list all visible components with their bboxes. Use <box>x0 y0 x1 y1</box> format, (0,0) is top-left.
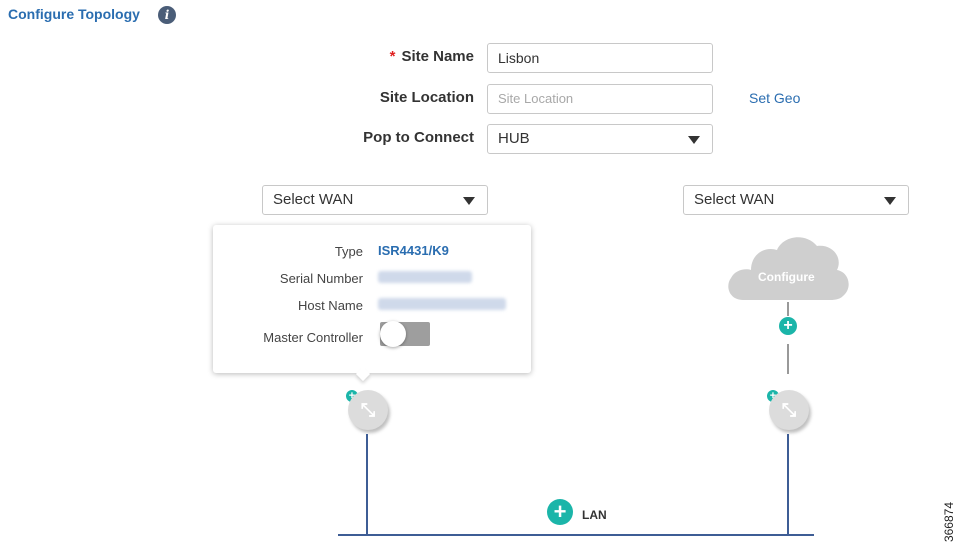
host-name-value-redacted <box>378 298 506 310</box>
caret-down-icon <box>884 197 896 205</box>
add-icon[interactable]: + <box>779 317 797 335</box>
cloud-connector <box>787 344 789 374</box>
lan-label: LAN <box>582 508 607 522</box>
router-icon[interactable]: ⤡ <box>348 390 388 430</box>
toggle-knob <box>380 321 406 347</box>
add-lan-icon[interactable]: + <box>547 499 573 525</box>
host-name-label: Host Name <box>297 298 363 313</box>
wan-select-left-value: Select WAN <box>273 191 354 208</box>
pop-to-connect-label: Pop to Connect <box>363 129 474 146</box>
router-icon[interactable]: ⤡ <box>769 390 809 430</box>
cloud-icon[interactable] <box>725 228 853 302</box>
serial-number-label: Serial Number <box>279 271 363 286</box>
master-controller-toggle[interactable] <box>380 321 430 347</box>
type-value: ISR4431/K9 <box>378 243 449 258</box>
site-name-input[interactable]: Lisbon <box>487 43 713 73</box>
caret-down-icon <box>463 197 475 205</box>
info-icon[interactable]: i <box>158 6 176 24</box>
page-title: Configure Topology <box>8 6 140 22</box>
left-lan-line <box>366 434 368 536</box>
wan-select-left[interactable]: Select WAN <box>262 185 488 215</box>
cloud-label: Configure <box>758 270 815 284</box>
site-location-input[interactable]: Site Location <box>487 84 713 114</box>
wan-select-right[interactable]: Select WAN <box>683 185 909 215</box>
type-label: Type <box>334 244 363 259</box>
lan-bus-line <box>338 534 814 536</box>
set-geo-link[interactable]: Set Geo <box>749 90 800 106</box>
site-location-label: Site Location <box>379 89 474 106</box>
pop-to-connect-value: HUB <box>498 130 530 147</box>
pop-to-connect-select[interactable]: HUB <box>487 124 713 154</box>
cloud-connector <box>787 302 789 316</box>
site-name-label: * Site Name <box>274 48 474 65</box>
caret-down-icon <box>688 136 700 144</box>
serial-number-value-redacted <box>378 271 472 283</box>
figure-id: 366874 <box>942 501 956 542</box>
right-lan-line <box>787 434 789 536</box>
wan-select-right-value: Select WAN <box>694 191 775 208</box>
master-controller-label: Master Controller <box>263 330 363 345</box>
required-mark: * <box>389 48 396 65</box>
site-name-label-text: Site Name <box>401 48 474 65</box>
